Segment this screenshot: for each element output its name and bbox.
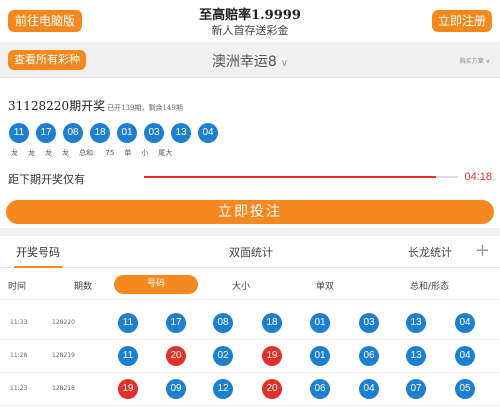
stats-tabs: 开奖号码 双面统计 长龙统计	[0, 236, 500, 268]
history-ball: 07	[406, 379, 426, 399]
subtab-time[interactable]: 时间	[8, 279, 26, 292]
page-subtitle: 新人首存送彩金	[211, 24, 289, 37]
history-ball: 02	[213, 346, 233, 366]
tab-streak-stats[interactable]: 长龙统计	[408, 244, 452, 260]
subtab-issue[interactable]: 期数	[74, 279, 92, 292]
history-ball: 06	[359, 346, 379, 366]
history-ball: 12	[213, 379, 233, 399]
draw-title: 31128220期开奖 已开139期，剩余149期	[8, 97, 183, 114]
draw-attribute: 单	[124, 149, 132, 157]
history-ball: 20	[262, 379, 282, 399]
countdown-progress	[144, 176, 437, 178]
history-ball: 05	[455, 379, 475, 399]
draw-attribute: 龙	[45, 149, 52, 157]
history-time: 11:23	[10, 385, 28, 392]
history-ball: 19	[118, 379, 138, 399]
plan-dropdown-label: 购买方案	[459, 58, 484, 65]
tab-draw-numbers[interactable]: 开奖号码	[16, 244, 60, 260]
history-ball: 06	[310, 379, 330, 399]
history-issue: 128218	[52, 385, 75, 392]
history-ball: 01	[310, 313, 330, 333]
history-time: 11:28	[10, 352, 28, 359]
lottery-dropdown[interactable]: 澳洲幸运8 ∨	[0, 51, 500, 71]
history-ball: 11	[118, 313, 138, 333]
register-button[interactable]: 立即注册	[432, 10, 492, 32]
history-row: 11:28 128219 11 20 02 19 01 06 13 04	[0, 341, 500, 373]
history-row: 11:23 128218 19 09 12 20 06 04 07 05	[0, 374, 500, 406]
countdown-label: 距下期开奖仅有	[8, 173, 85, 186]
plus-icon[interactable]: +	[475, 240, 490, 261]
history-row: 11:33 128220 11 17 08 18 01 03 13 04	[0, 308, 500, 340]
section-divider	[0, 228, 500, 236]
draw-ball: 04	[198, 123, 218, 143]
draw-ball: 03	[144, 123, 164, 143]
page-title: 至高赔率1.9999	[199, 8, 301, 23]
history-ball: 13	[406, 313, 426, 333]
history-issue: 128219	[52, 352, 75, 359]
history-ball: 11	[118, 346, 138, 366]
top-header: 前往电脑版 至高赔率1.9999 新人首存送彩金 立即注册	[0, 0, 500, 42]
draw-attribute: 总和:	[79, 149, 96, 157]
draw-ball: 01	[117, 123, 137, 143]
chevron-down-icon: ∨	[280, 58, 289, 69]
draw-attribute: 75	[105, 149, 115, 157]
plan-dropdown[interactable]: 购买方案 ∨	[460, 56, 490, 65]
subtab-numbers[interactable]: 号码	[114, 275, 198, 294]
subtab-sum-pattern[interactable]: 总和/形态	[410, 279, 449, 292]
draw-issue: 31128220期开奖	[8, 99, 106, 113]
draw-attribute: 尾大	[158, 149, 173, 157]
draw-meta: 已开139期，剩余149期	[107, 104, 183, 112]
history-ball: 09	[166, 379, 186, 399]
history-ball: 03	[359, 313, 379, 333]
history-ball: 13	[406, 346, 426, 366]
draw-attribute: 龙	[62, 149, 69, 157]
history-ball: 08	[213, 313, 233, 333]
draw-attribute: 龙	[28, 149, 35, 157]
history-ball: 04	[455, 313, 475, 333]
chevron-down-icon: ∨	[485, 58, 490, 65]
history-ball: 04	[455, 346, 475, 366]
history-ball: 18	[262, 313, 282, 333]
history-ball: 04	[359, 379, 379, 399]
draw-ball: 11	[9, 123, 29, 143]
countdown-time: 04:18	[464, 171, 492, 183]
subtab-big-small[interactable]: 大小	[232, 279, 250, 292]
draw-balls: 11 17 08 18 01 03 13 04	[9, 120, 225, 143]
history-column-tabs: 时间 期数 号码 大小 单双 总和/形态	[0, 270, 500, 300]
history-ball: 19	[262, 346, 282, 366]
history-ball: 01	[310, 346, 330, 366]
draw-attribute: 龙	[11, 149, 18, 157]
history-ball: 20	[166, 346, 186, 366]
tab-two-sided-stats[interactable]: 双面统计	[229, 244, 273, 260]
active-tab-indicator	[14, 266, 62, 268]
history-ball: 17	[166, 313, 186, 333]
draw-attribute: 小	[141, 149, 149, 157]
draw-ball: 17	[36, 123, 56, 143]
draw-ball: 18	[90, 123, 110, 143]
draw-ball: 13	[171, 123, 191, 143]
bet-now-button[interactable]: 立即投注	[6, 200, 494, 224]
subtab-odd-even[interactable]: 单双	[316, 279, 334, 292]
history-time: 11:33	[10, 319, 28, 326]
draw-ball: 08	[63, 123, 83, 143]
lottery-name: 澳洲幸运8	[211, 54, 277, 70]
history-issue: 128220	[52, 319, 75, 326]
draw-attributes: 龙 龙 龙 龙 总和: 75 单 小 尾大	[11, 148, 182, 158]
